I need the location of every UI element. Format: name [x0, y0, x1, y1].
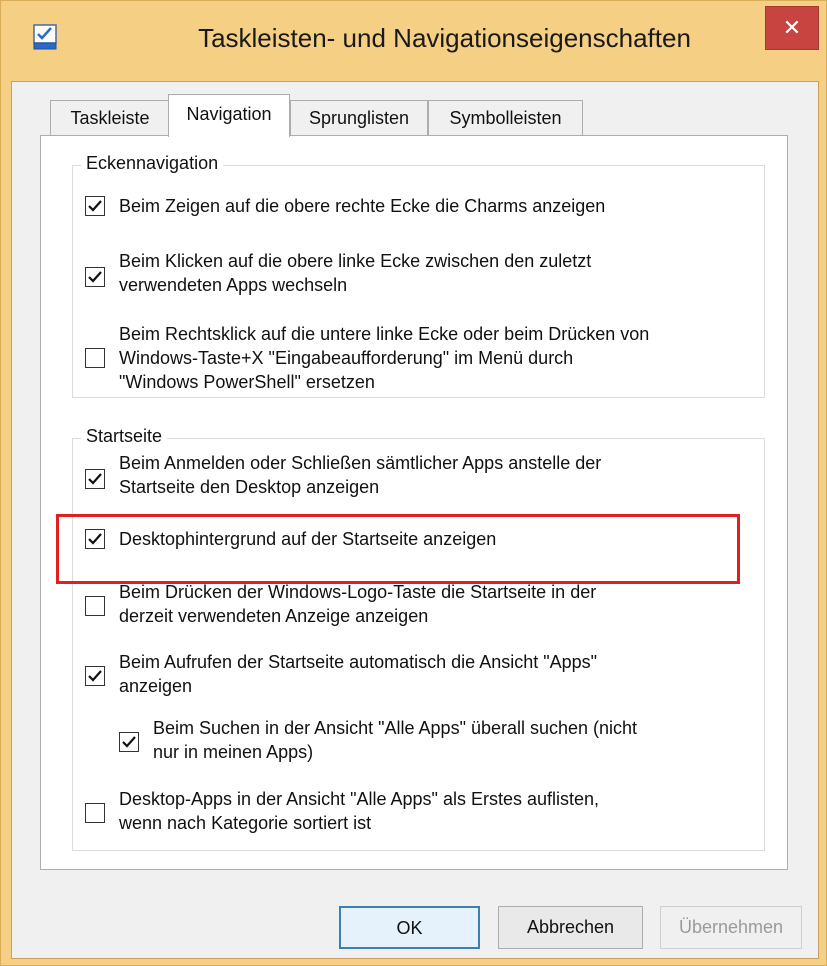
option-label: Beim Drücken der Windows-Logo-Taste die … [119, 582, 597, 626]
checkbox[interactable] [85, 267, 105, 287]
checkbox[interactable] [119, 732, 139, 752]
checkbox[interactable] [85, 596, 105, 616]
option-app-switch-corner[interactable]: Beim Klicken auf die obere linke Ecke zw… [85, 249, 745, 301]
navigation-tab-panel: Eckennavigation Beim Zeigen auf die ober… [40, 135, 788, 870]
cancel-button[interactable]: Abbrechen [498, 906, 643, 949]
option-search-everywhere[interactable]: Beim Suchen in der Ansicht "Alle Apps" ü… [119, 716, 759, 768]
group-eckennavigation: Eckennavigation Beim Zeigen auf die ober… [72, 153, 765, 398]
option-desktop-apps-first[interactable]: Desktop-Apps in der Ansicht "Alle Apps" … [85, 787, 755, 839]
option-label: Beim Suchen in der Ansicht "Alle Apps" ü… [153, 718, 638, 762]
dialog-window: Taskleisten- und Navigationseigenschafte… [0, 0, 827, 966]
option-label: Beim Rechtsklick auf die untere linke Ec… [119, 324, 650, 392]
option-label: Beim Klicken auf die obere linke Ecke zw… [119, 251, 592, 295]
checkmark-icon [88, 473, 102, 485]
group-title: Startseite [81, 426, 168, 447]
ok-button[interactable]: OK [339, 906, 480, 949]
close-icon: ✕ [782, 15, 802, 41]
tab-symbolleisten[interactable]: Symbolleisten [428, 100, 583, 136]
option-label: Beim Anmelden oder Schließen sämtlicher … [119, 453, 602, 497]
tab-taskleiste[interactable]: Taskleiste [50, 100, 170, 136]
option-windows-key-display[interactable]: Beim Drücken der Windows-Logo-Taste die … [85, 580, 755, 632]
highlight-annotation [56, 514, 740, 584]
checkmark-icon [88, 200, 102, 212]
option-label: Beim Aufrufen der Startseite automatisch… [119, 652, 598, 696]
checkbox[interactable] [85, 803, 105, 823]
group-startseite: Startseite Beim Anmelden oder Schließen … [72, 426, 765, 851]
apply-button[interactable]: Übernehmen [660, 906, 802, 949]
tab-sprunglisten[interactable]: Sprunglisten [290, 100, 428, 136]
checkmark-icon [122, 736, 136, 748]
option-show-apps-view[interactable]: Beim Aufrufen der Startseite automatisch… [85, 650, 755, 702]
window-title: Taskleisten- und Navigationseigenschafte… [198, 23, 691, 53]
checkbox[interactable] [85, 196, 105, 216]
close-button[interactable]: ✕ [765, 6, 819, 50]
option-powershell-replace[interactable]: Beim Rechtsklick auf die untere linke Ec… [85, 322, 755, 398]
group-title: Eckennavigation [81, 153, 224, 174]
checkbox[interactable] [85, 666, 105, 686]
option-charms-corner[interactable]: Beim Zeigen auf die obere rechte Ecke di… [85, 194, 745, 224]
checkmark-icon [88, 670, 102, 682]
tab-navigation[interactable]: Navigation [168, 94, 290, 137]
option-desktop-on-signin[interactable]: Beim Anmelden oder Schließen sämtlicher … [85, 451, 755, 503]
checkbox[interactable] [85, 469, 105, 489]
option-label: Beim Zeigen auf die obere rechte Ecke di… [119, 196, 606, 216]
checkmark-icon [88, 271, 102, 283]
option-label: Desktop-Apps in der Ansicht "Alle Apps" … [119, 789, 600, 833]
checkbox[interactable] [85, 348, 105, 368]
title-bar[interactable]: Taskleisten- und Navigationseigenschafte… [1, 1, 827, 81]
